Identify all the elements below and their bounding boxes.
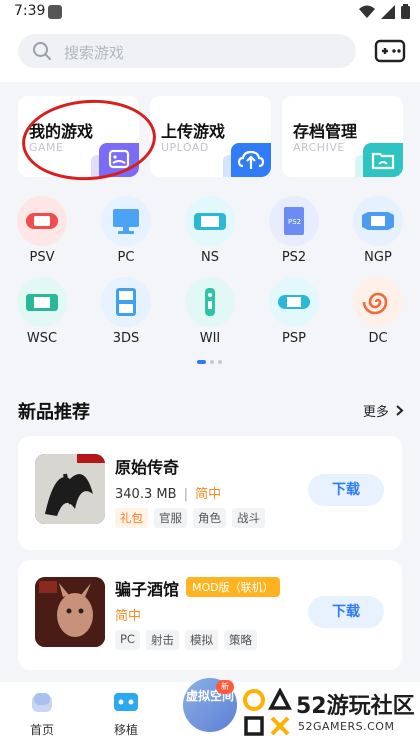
platform-label: DC: [368, 331, 388, 346]
download-button[interactable]: 下载: [308, 596, 384, 628]
quick-card-title: 我的游戏: [29, 122, 94, 141]
watermark-logo-icon: [243, 688, 292, 736]
battery-icon: [401, 4, 410, 19]
game-tag: 战斗: [232, 508, 265, 528]
quick-card-subtitle: UPLOAD: [161, 141, 209, 154]
more-link[interactable]: 更多: [363, 401, 404, 420]
game-tag: 模拟: [184, 630, 218, 650]
game-language: 简中: [195, 487, 222, 502]
platform-dc[interactable]: DC: [343, 277, 413, 349]
pc-monitor-icon: [101, 196, 151, 246]
nav-label: 首页: [29, 723, 54, 737]
wii-remote-icon: [185, 277, 235, 327]
gamepad-card-icon: [99, 143, 139, 177]
status-time: 7:39: [14, 3, 46, 19]
platform-ps2[interactable]: PS2 PS2: [259, 196, 329, 268]
game-meta: 340.3 MB | 简中: [115, 483, 221, 502]
platform-pc[interactable]: PC: [91, 196, 161, 268]
psv-console-icon: [17, 196, 67, 246]
home-icon: [32, 693, 52, 712]
quick-card-title: 存档管理: [293, 122, 358, 141]
3ds-console-icon: [101, 277, 151, 327]
chevron-right-icon: [396, 405, 404, 416]
game-tag: 角色: [193, 508, 226, 528]
game-cover-liars-bar-image: [35, 577, 105, 647]
download-button[interactable]: 下载: [308, 474, 384, 506]
status-icons: [359, 4, 410, 19]
page-indicator: [197, 360, 222, 364]
upload-game-card[interactable]: 上传游戏 UPLOAD: [150, 96, 271, 177]
notification-icon: [48, 5, 62, 19]
game-card[interactable]: 骗子酒馆 MOD版（联机） 简中 PC 射击 模拟 策略 下载: [18, 560, 402, 670]
search-icon: [33, 42, 51, 60]
nav-label: 移植: [113, 723, 138, 737]
signal-icon: [381, 4, 395, 19]
search-placeholder: 搜索游戏: [64, 44, 125, 62]
section-title: 新品推荐: [18, 402, 90, 423]
platform-label: PSP: [282, 331, 306, 346]
game-title: 骗子酒馆: [115, 580, 180, 599]
wifi-icon: [359, 5, 375, 18]
platform-psv[interactable]: PSV: [7, 196, 77, 268]
nav-home[interactable]: 首页: [12, 690, 72, 738]
cloud-upload-icon: [231, 143, 271, 177]
page-dot: [218, 360, 222, 364]
game-size: 340.3 MB: [115, 487, 177, 502]
mod-badge: MOD版（联机）: [186, 577, 280, 597]
game-tag: PC: [115, 630, 140, 650]
game-tag: 礼包: [115, 508, 148, 528]
game-card[interactable]: 原始传奇 340.3 MB | 简中 礼包 官服 角色 战斗 下载: [18, 436, 402, 550]
port-gamepad-icon: [114, 693, 138, 711]
ps2-console-icon: PS2: [269, 196, 319, 246]
platform-label: 3DS: [112, 331, 140, 346]
platform-ns[interactable]: NS: [175, 196, 245, 268]
header: 搜索游戏: [0, 24, 420, 82]
platform-3ds[interactable]: 3DS: [91, 277, 161, 349]
search-input[interactable]: 搜索游戏: [18, 34, 356, 68]
game-cover-dragon-image: [35, 454, 105, 524]
platform-label: WII: [199, 331, 221, 346]
quick-card-title: 上传游戏: [161, 122, 226, 141]
watermark-url: 52GAMERS.COM: [298, 720, 395, 733]
game-tag: 射击: [145, 630, 179, 650]
psp-console-icon: [269, 277, 319, 327]
platform-ngp[interactable]: NGP: [343, 196, 413, 268]
fab-badge: 新: [216, 680, 234, 694]
game-tag: 官服: [154, 508, 187, 528]
platform-psp[interactable]: PSP: [259, 277, 329, 349]
ngp-console-icon: [353, 196, 403, 246]
switch-console-icon: [185, 196, 235, 246]
quick-card-subtitle: GAME: [29, 141, 64, 154]
platform-label: NS: [201, 250, 219, 265]
game-tags: PC 射击 模拟 策略: [115, 630, 257, 650]
game-tag: 策略: [223, 630, 257, 650]
gamepad-button-icon[interactable]: [374, 36, 406, 66]
platform-wii[interactable]: WII: [175, 277, 245, 349]
platform-label: WSC: [26, 331, 58, 346]
meta-separator: |: [183, 487, 189, 502]
nav-port[interactable]: 移植: [96, 690, 156, 738]
svg-text:PS2: PS2: [288, 218, 301, 226]
game-meta: 简中: [115, 605, 141, 624]
page-dot: [210, 360, 214, 364]
my-games-card[interactable]: 我的游戏 GAME: [18, 96, 139, 177]
platform-label: PC: [117, 250, 135, 265]
wsc-console-icon: [17, 277, 67, 327]
platform-label: NGP: [364, 250, 392, 265]
dc-swirl-icon: [353, 277, 403, 327]
game-title: 原始传奇: [115, 458, 180, 477]
archive-manage-card[interactable]: 存档管理 ARCHIVE: [282, 96, 403, 177]
status-bar: 7:39: [0, 0, 420, 24]
platform-label: PS2: [281, 250, 307, 265]
page-dot-active: [197, 360, 206, 364]
game-language: 简中: [115, 609, 142, 624]
platform-label: PSV: [29, 250, 55, 265]
folder-icon: [363, 143, 403, 177]
game-tags: 礼包 官服 角色 战斗: [115, 508, 265, 528]
watermark-brand: 52游玩社区: [296, 694, 415, 719]
more-label: 更多: [362, 405, 389, 420]
quick-card-subtitle: ARCHIVE: [293, 141, 345, 154]
platform-wsc[interactable]: WSC: [7, 277, 77, 349]
